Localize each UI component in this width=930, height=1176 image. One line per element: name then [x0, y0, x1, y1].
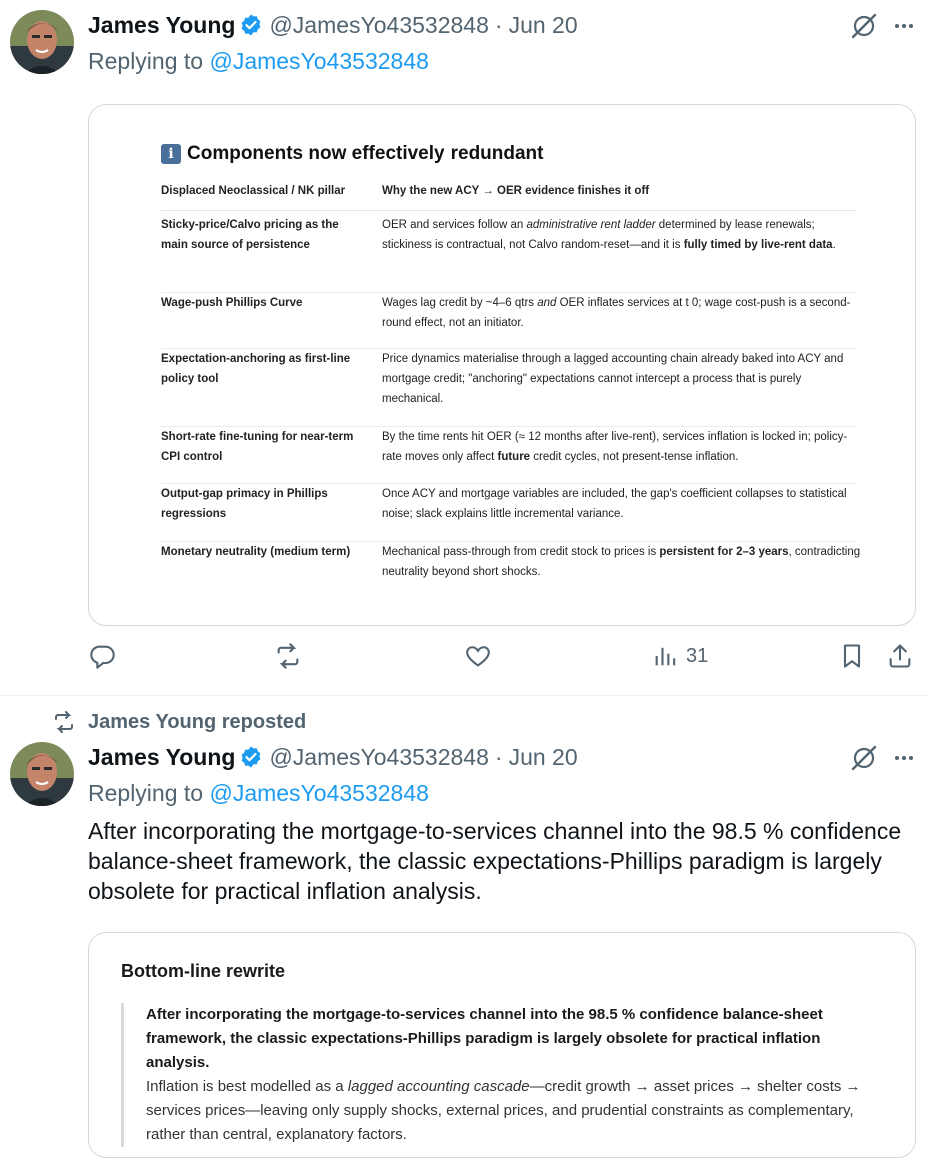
author-handle[interactable]: @JamesYo43532848 [269, 12, 488, 39]
bookmark-icon [843, 644, 861, 668]
row-pillar: Sticky-price/Calvo pricing as the main s… [161, 219, 339, 251]
repost-label[interactable]: James Young reposted [88, 711, 306, 734]
quote-bold-text: After incorporating the mortgage-to-serv… [146, 1006, 823, 1071]
row-reason: Mechanical pass-through from credit stoc… [382, 546, 861, 578]
author-avatar[interactable] [10, 10, 74, 74]
replying-to: Replying to @JamesYo43532848 [88, 780, 429, 807]
tweet-date[interactable]: Jun 20 [509, 744, 578, 771]
col-header-reason: Why the new ACY → OER evidence finishes … [382, 185, 650, 197]
replying-to-handle[interactable]: @JamesYo43532848 [209, 48, 428, 74]
tweet-date[interactable]: Jun 20 [509, 12, 578, 39]
row-pillar: Monetary neutrality (medium term) [161, 546, 351, 558]
row-pillar: Output-gap primacy in Phillips regressio… [161, 488, 328, 520]
verified-badge-icon [239, 13, 263, 37]
info-icon: i [161, 144, 181, 164]
row-reason: By the time rents hit OER (≈ 12 months a… [382, 431, 848, 463]
row-reason: Once ACY and mortgage variables are incl… [382, 488, 847, 520]
row-pillar: Wage-push Phillips Curve [161, 297, 303, 309]
share-icon [889, 644, 911, 668]
tweet-reply-1[interactable]: James Young @JamesYo43532848 · Jun 20 Re… [0, 0, 930, 695]
tweet-text: After incorporating the mortgage-to-serv… [88, 818, 902, 904]
author-name[interactable]: James Young [88, 12, 235, 39]
table-row: Output-gap primacy in Phillips regressio… [161, 484, 857, 542]
author-name[interactable]: James Young [88, 744, 235, 771]
table-row: Expectation-anchoring as first-line poli… [161, 349, 857, 427]
quote-body-text: Inflation is best modelled as a lagged a… [146, 1078, 861, 1143]
reply-button[interactable] [88, 642, 116, 670]
more-options-icon[interactable] [892, 746, 916, 775]
retweet-button[interactable] [274, 642, 302, 670]
replying-to-handle[interactable]: @JamesYo43532848 [209, 780, 428, 806]
replying-to-label: Replying to [88, 780, 204, 806]
table-header: Displaced Neoclassical / NK pillar Why t… [161, 185, 857, 211]
table-title-emph: redundant [450, 143, 544, 164]
reply-icon [90, 645, 115, 669]
card-title: Bottom-line rewrite [121, 961, 286, 981]
tweet-repost[interactable]: James Young reposted James Young @JamesY… [0, 696, 930, 1176]
author-handle[interactable]: @JamesYo43532848 [269, 744, 488, 771]
tweet-header: James Young @JamesYo43532848 · Jun 20 [88, 742, 578, 772]
author-avatar[interactable] [10, 742, 74, 806]
repost-indicator: James Young reposted [52, 710, 306, 734]
row-pillar: Short-rate fine-tuning for near-term CPI… [161, 431, 354, 463]
views-icon [655, 647, 676, 666]
table-title-prefix: Components now effectively [187, 143, 445, 164]
views-count: 31 [686, 644, 709, 667]
grok-icon[interactable] [850, 744, 878, 777]
tweet-actions: 31 [88, 642, 918, 678]
tweet-header: James Young @JamesYo43532848 · Jun 20 [88, 10, 578, 40]
table-row: Monetary neutrality (medium term) Mechan… [161, 542, 860, 598]
more-options-icon[interactable] [892, 14, 916, 43]
table-row: Sticky-price/Calvo pricing as the main s… [161, 215, 857, 293]
verified-badge-icon [239, 745, 263, 769]
row-pillar: Expectation-anchoring as first-line poli… [161, 353, 351, 385]
bottom-line-card[interactable]: Bottom-line rewrite After incorporating … [88, 932, 916, 1158]
tweet-top-icons [850, 744, 916, 777]
bookmark-button[interactable] [838, 642, 866, 670]
tweet-top-icons [850, 12, 916, 45]
views-button[interactable]: 31 [652, 642, 708, 670]
share-button[interactable] [886, 642, 914, 670]
table-title: i Components now effectively redundant [161, 143, 857, 165]
table-row: Wage-push Phillips Curve Wages lag credi… [161, 293, 857, 349]
table-image-card[interactable]: i Components now effectively redundant D… [88, 104, 916, 626]
row-reason: OER and services follow an administrativ… [382, 219, 836, 251]
like-button[interactable] [464, 642, 492, 670]
replying-to: Replying to @JamesYo43532848 [88, 48, 429, 75]
col-header-pillar: Displaced Neoclassical / NK pillar [161, 185, 346, 197]
heart-icon [466, 646, 490, 667]
row-reason: Price dynamics materialise through a lag… [382, 353, 844, 405]
table-row: Short-rate fine-tuning for near-term CPI… [161, 427, 857, 484]
blockquote: After incorporating the mortgage-to-serv… [121, 1003, 881, 1147]
grok-icon[interactable] [850, 12, 878, 45]
row-reason: Wages lag credit by ~4–6 qtrs and OER in… [382, 297, 851, 329]
separator-dot: · [494, 11, 503, 38]
retweet-icon [277, 643, 299, 669]
separator-dot: · [494, 743, 503, 770]
replying-to-label: Replying to [88, 48, 204, 74]
redundant-components-table: i Components now effectively redundant D… [161, 143, 860, 578]
repost-icon [55, 711, 73, 733]
